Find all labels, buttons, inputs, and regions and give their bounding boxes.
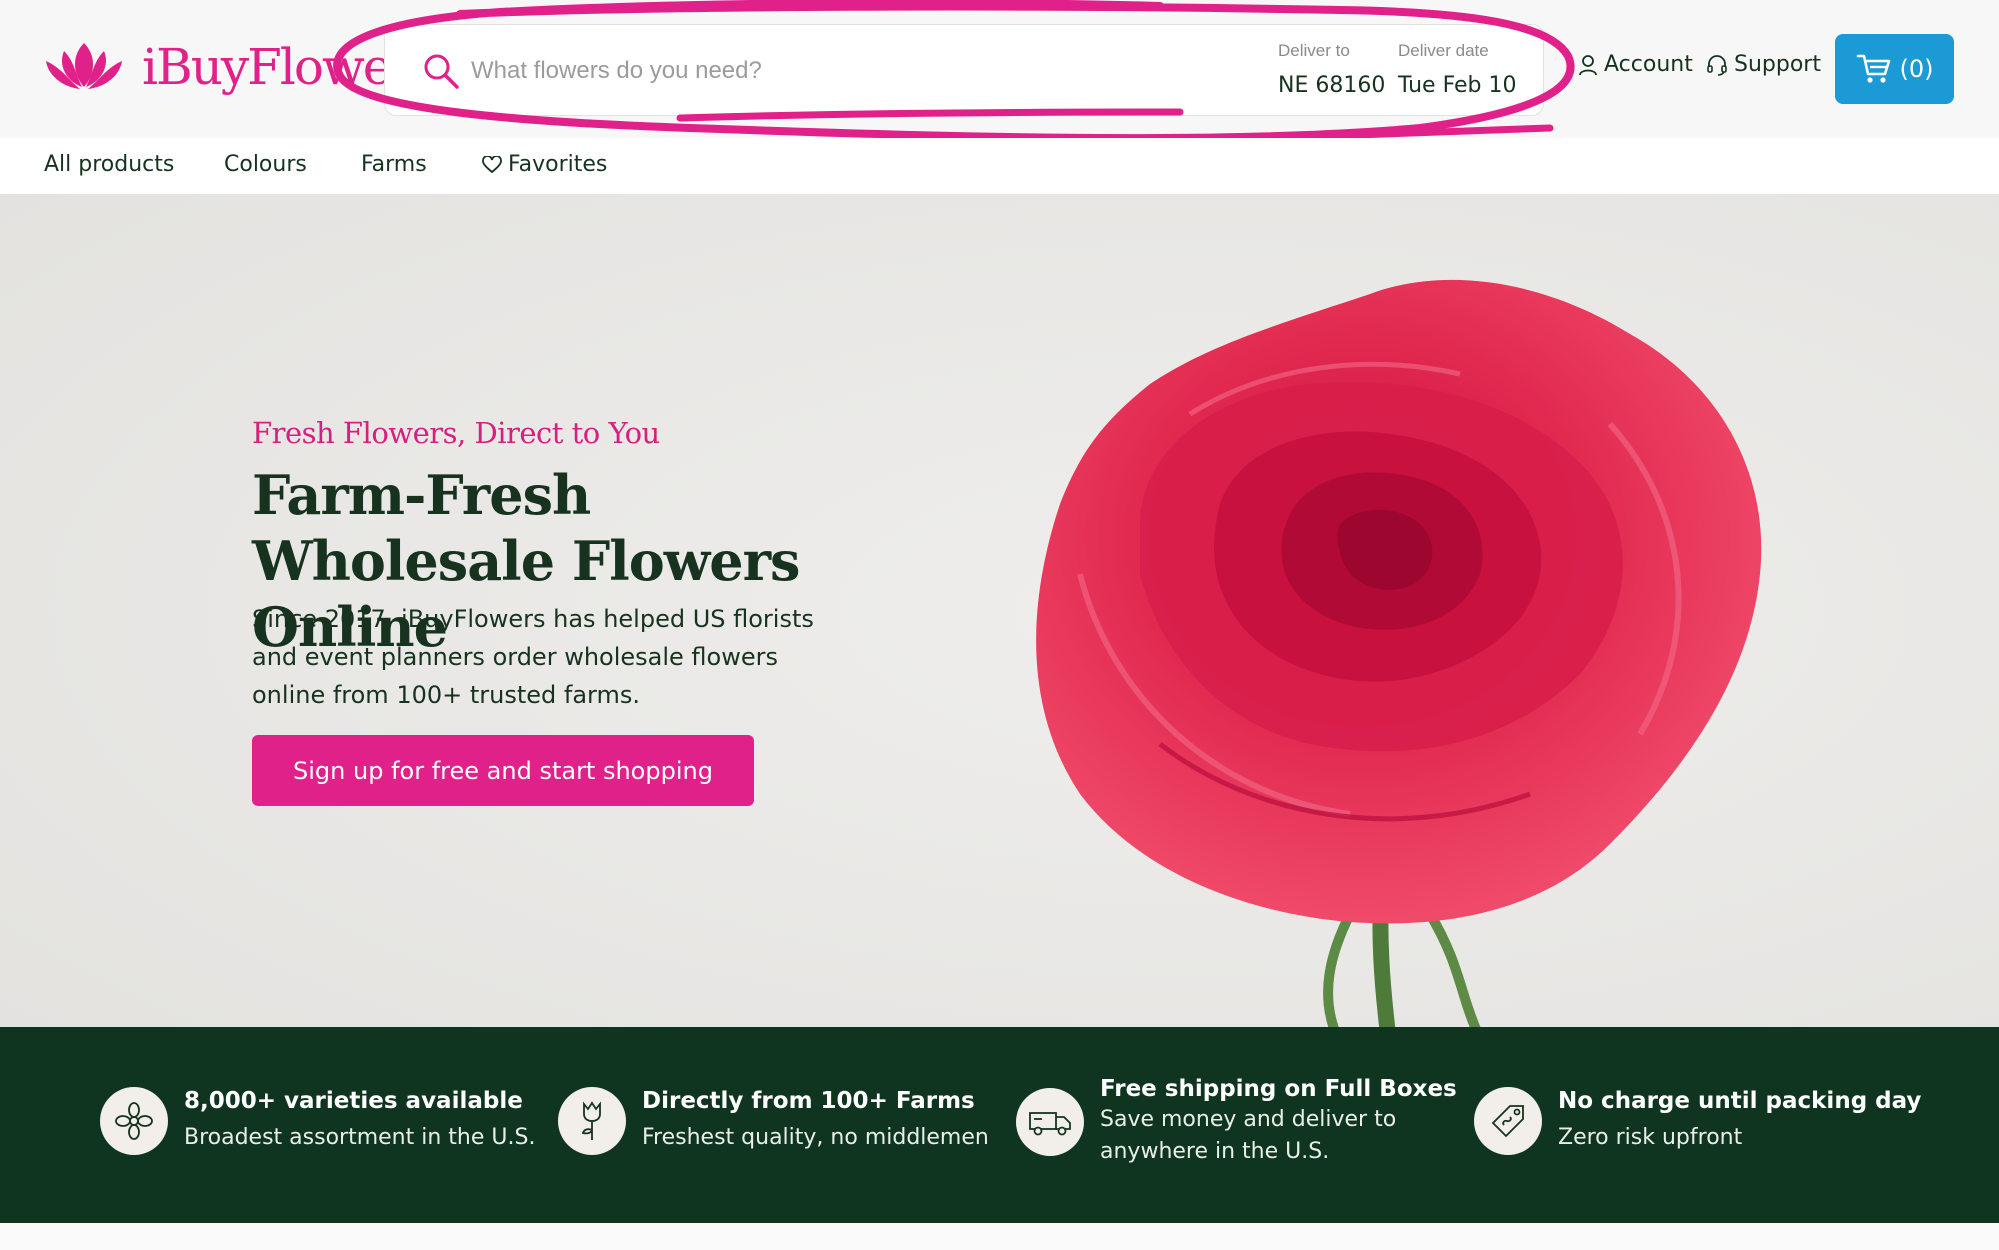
hero-description: Since 2017, iBuyFlowers has helped US fl…: [252, 605, 814, 709]
feature-subtitle: Broadest assortment in the U.S.: [184, 1125, 536, 1150]
nav-colours[interactable]: Colours: [224, 152, 307, 177]
price-tag-icon: [1474, 1087, 1542, 1155]
hero-eyebrow: Fresh Flowers, Direct to You: [252, 416, 660, 450]
heart-icon: [482, 155, 502, 173]
nav-farms[interactable]: Farms: [361, 152, 427, 177]
truck-icon: [1016, 1088, 1084, 1156]
nav-favorites[interactable]: Favorites: [482, 152, 607, 177]
feature-free-shipping: Free shipping on Full Boxes Save money a…: [1016, 1076, 1457, 1168]
lotus-icon: [46, 43, 122, 89]
feature-title: Free shipping on Full Boxes: [1100, 1076, 1457, 1102]
feature-varieties: 8,000+ varieties available Broadest asso…: [100, 1087, 535, 1155]
hero-section: Fresh Flowers, Direct to You Farm-Fresh …: [0, 194, 1999, 1027]
feature-subtitle: Freshest quality, no middlemen: [642, 1125, 989, 1150]
account-label: Account: [1604, 52, 1693, 77]
cart-button[interactable]: (0): [1835, 34, 1954, 104]
support-link[interactable]: Support: [1706, 52, 1821, 77]
feature-title: 8,000+ varieties available: [184, 1088, 523, 1114]
feature-farms: Directly from 100+ Farms Freshest qualit…: [558, 1087, 989, 1155]
flower-icon: [100, 1087, 168, 1155]
search-input[interactable]: [469, 45, 1169, 97]
signup-cta-button[interactable]: Sign up for free and start shopping: [252, 735, 754, 806]
features-bar: 8,000+ varieties available Broadest asso…: [0, 1027, 1999, 1223]
deliver-date-selector[interactable]: Deliver date Tue Feb 10: [1398, 41, 1517, 98]
feature-no-charge: No charge until packing day Zero risk up…: [1474, 1087, 1921, 1155]
feature-subtitle: Save money and deliver to anywhere in th…: [1100, 1107, 1397, 1164]
feature-title: Directly from 100+ Farms: [642, 1088, 975, 1114]
feature-subtitle: Zero risk upfront: [1558, 1125, 1743, 1150]
deliver-to-selector[interactable]: Deliver to NE 68160: [1278, 41, 1385, 98]
cart-icon: [1856, 54, 1890, 83]
deliver-date-label: Deliver date: [1398, 41, 1489, 60]
deliver-to-value: NE 68160: [1278, 73, 1386, 98]
cart-count: (0): [1899, 55, 1934, 83]
user-icon: [1579, 54, 1597, 75]
nav-all-products[interactable]: All products: [44, 152, 174, 177]
deliver-to-label: Deliver to: [1278, 41, 1350, 60]
search-bar[interactable]: Deliver to NE 68160 Deliver date Tue Feb…: [384, 24, 1544, 116]
feature-title: No charge until packing day: [1558, 1088, 1922, 1114]
red-rose-image: [1036, 279, 1762, 1027]
search-icon: [424, 54, 459, 89]
nav-favorites-label: Favorites: [508, 152, 608, 177]
account-link[interactable]: Account: [1578, 52, 1693, 77]
brand-logo[interactable]: iBuyFlowers: [42, 32, 438, 102]
site-header: iBuyFlowers Deliver to NE 68160 Deliver …: [0, 0, 1999, 138]
rose-stem-icon: [558, 1087, 626, 1155]
page-bottom-strip: [0, 1223, 1999, 1250]
main-nav: All products Colours Farms Favorites: [0, 138, 1999, 194]
headset-icon: [1707, 54, 1727, 76]
deliver-date-value: Tue Feb 10: [1398, 73, 1517, 98]
support-label: Support: [1734, 52, 1821, 77]
